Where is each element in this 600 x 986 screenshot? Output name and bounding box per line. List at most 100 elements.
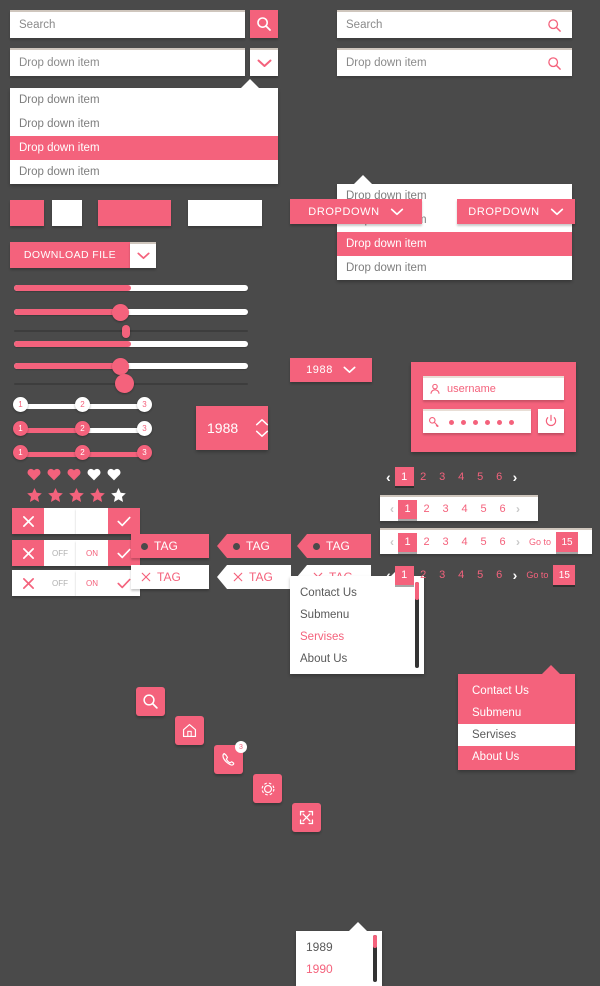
pagination-plain-goto[interactable]: ‹ 1 2 3 4 5 6 › Go to 15 bbox=[382, 565, 576, 585]
pagination-goto-input[interactable]: 15 bbox=[556, 532, 579, 552]
pagination-prev[interactable]: ‹ bbox=[386, 502, 398, 516]
pagination-next[interactable]: › bbox=[512, 502, 524, 516]
year-select-button[interactable]: 1988 bbox=[290, 358, 372, 382]
list-item[interactable]: Drop down item bbox=[10, 88, 278, 112]
pagination-page[interactable]: 3 bbox=[436, 500, 455, 519]
slider-knob[interactable] bbox=[112, 358, 130, 375]
toggle-on-side[interactable] bbox=[44, 508, 76, 534]
pagination-page[interactable]: 3 bbox=[433, 467, 452, 486]
list-item[interactable]: Drop down item bbox=[10, 160, 278, 184]
pagination-bar-goto[interactable]: ‹ 1 2 3 4 5 6 › Go to 15 bbox=[380, 528, 592, 554]
step-progress-2[interactable]: 1 2 3 bbox=[13, 420, 153, 437]
heart-icon[interactable] bbox=[67, 468, 81, 481]
pagination-prev[interactable]: ‹ bbox=[386, 535, 398, 549]
search-field-right[interactable]: Search bbox=[337, 10, 572, 38]
dropdown-button-2[interactable]: DROPDOWN bbox=[457, 199, 575, 224]
menu-item-servises[interactable]: Servises bbox=[290, 626, 424, 648]
menu-item-contact-us[interactable]: Contact Us bbox=[458, 680, 575, 702]
toggle-off-labeled[interactable]: OFF bbox=[12, 540, 76, 566]
scrollbar-thumb[interactable] bbox=[373, 935, 377, 948]
pagination-bar[interactable]: ‹ 1 2 3 4 5 6 › bbox=[380, 495, 538, 521]
pagination-page[interactable]: 6 bbox=[493, 533, 512, 552]
pagination-page[interactable]: 6 bbox=[493, 500, 512, 519]
list-item-selected[interactable]: Drop down item bbox=[337, 232, 572, 256]
chevron-up-icon[interactable] bbox=[255, 418, 269, 426]
star-icon[interactable] bbox=[48, 488, 63, 502]
icon-button-settings[interactable] bbox=[253, 774, 282, 803]
pagination-prev[interactable]: ‹ bbox=[382, 567, 395, 583]
step-dot[interactable]: 1 bbox=[13, 445, 28, 460]
pagination-plain[interactable]: ‹ 1 2 3 4 5 6 › bbox=[382, 467, 521, 486]
step-progress-3[interactable]: 1 2 3 bbox=[13, 444, 153, 461]
pagination-page[interactable]: 5 bbox=[471, 566, 490, 585]
menu-item-servises[interactable]: Servises bbox=[458, 724, 575, 746]
heart-icon[interactable] bbox=[47, 468, 61, 481]
pagination-page[interactable]: 6 bbox=[490, 566, 509, 585]
pagination-page[interactable]: 5 bbox=[474, 500, 493, 519]
list-item[interactable]: Drop down item bbox=[337, 256, 572, 280]
pagination-prev[interactable]: ‹ bbox=[382, 469, 395, 485]
toggle-on-plain[interactable] bbox=[76, 508, 140, 534]
slider-4[interactable] bbox=[14, 341, 248, 349]
pagination-next[interactable]: › bbox=[509, 567, 522, 583]
pagination-page[interactable]: 4 bbox=[452, 467, 471, 486]
year-stepper[interactable]: 1988 bbox=[196, 406, 269, 450]
toggle-off-side[interactable] bbox=[12, 570, 44, 596]
download-file-caret-button[interactable] bbox=[130, 242, 156, 268]
slider-2[interactable] bbox=[14, 303, 248, 321]
chevron-down-icon[interactable] bbox=[255, 430, 269, 438]
icon-button-fullscreen[interactable] bbox=[292, 803, 321, 832]
menu-item-submenu[interactable]: Submenu bbox=[458, 702, 575, 724]
toggle-on-side[interactable] bbox=[108, 508, 140, 534]
toggle-off-side[interactable] bbox=[76, 508, 108, 534]
menu-item-contact-us[interactable]: Contact Us bbox=[290, 582, 424, 604]
list-item[interactable]: Drop down item bbox=[10, 112, 278, 136]
password-field[interactable] bbox=[423, 409, 531, 433]
step-dot[interactable]: 3 bbox=[137, 445, 152, 460]
menu-item-submenu[interactable]: Submenu bbox=[290, 604, 424, 626]
menu-item-about-us[interactable]: About Us bbox=[290, 648, 424, 670]
slider-3[interactable] bbox=[14, 325, 248, 338]
heart-icon[interactable] bbox=[107, 468, 121, 481]
icon-button-phone[interactable]: 3 bbox=[214, 741, 247, 774]
dropdown-field-right[interactable]: Drop down item bbox=[337, 48, 572, 76]
scrollbar[interactable] bbox=[415, 582, 419, 668]
step-dot[interactable]: 1 bbox=[13, 421, 28, 436]
heart-icon[interactable] bbox=[87, 468, 101, 481]
year-option[interactable]: 1989 bbox=[296, 936, 382, 958]
star-icon[interactable] bbox=[90, 488, 105, 502]
tag-solid-rect[interactable]: TAG bbox=[131, 534, 209, 558]
scrollbar[interactable] bbox=[373, 935, 377, 982]
search-icon[interactable] bbox=[547, 18, 562, 33]
pagination-page[interactable]: 2 bbox=[414, 467, 433, 486]
dropdown-button-1[interactable]: DROPDOWN bbox=[290, 199, 422, 224]
username-field[interactable]: username bbox=[423, 376, 564, 400]
close-icon[interactable] bbox=[141, 572, 151, 582]
star-icon[interactable] bbox=[27, 488, 42, 502]
icon-button-home[interactable] bbox=[175, 716, 204, 745]
menu-white[interactable]: Contact Us Submenu Servises About Us bbox=[290, 567, 424, 674]
pagination-page[interactable]: 2 bbox=[417, 500, 436, 519]
year-option-selected[interactable]: 1990 bbox=[296, 958, 382, 980]
tag-hollow-rect[interactable]: TAG bbox=[131, 565, 209, 589]
pagination-page[interactable]: 4 bbox=[455, 500, 474, 519]
dropdown-list-left[interactable]: Drop down item Drop down item Drop down … bbox=[10, 79, 278, 184]
pagination-page[interactable]: 4 bbox=[452, 566, 471, 585]
rating-hearts[interactable] bbox=[27, 468, 121, 481]
dropdown-toggle-left[interactable] bbox=[250, 48, 278, 76]
toggle-off-side[interactable] bbox=[12, 540, 44, 566]
search-input-left[interactable]: Search bbox=[10, 19, 245, 31]
close-icon[interactable] bbox=[233, 572, 243, 582]
slider-knob[interactable] bbox=[121, 325, 130, 338]
star-icon[interactable] bbox=[69, 488, 84, 502]
heart-icon[interactable] bbox=[27, 468, 41, 481]
toggle-off-plain[interactable] bbox=[12, 508, 76, 534]
slider-knob[interactable] bbox=[114, 374, 134, 393]
pagination-page[interactable]: 5 bbox=[474, 533, 493, 552]
slider-1[interactable] bbox=[14, 285, 248, 293]
pagination-page[interactable]: 6 bbox=[490, 467, 509, 486]
pagination-page[interactable]: 2 bbox=[414, 566, 433, 585]
pagination-page[interactable]: 5 bbox=[471, 467, 490, 486]
slider-6[interactable] bbox=[14, 374, 248, 394]
search-input-right[interactable]: Search bbox=[337, 19, 547, 31]
